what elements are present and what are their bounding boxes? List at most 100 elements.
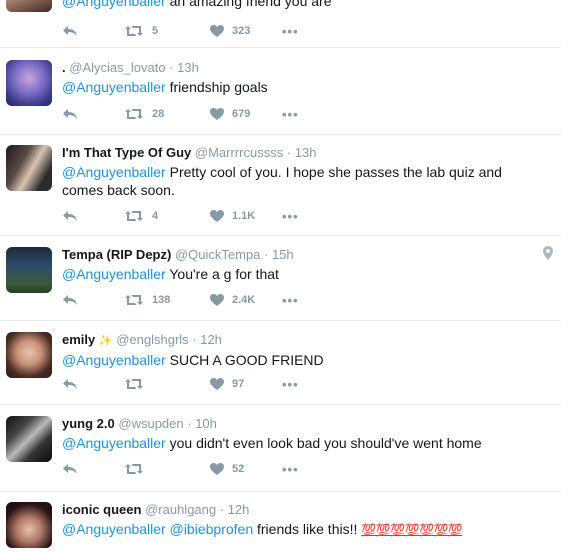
tweet-content: I'm That Type Of Guy @Marrrrcussss · 13h… (62, 145, 547, 199)
tweet-actions: 5 323 ••• (62, 22, 299, 40)
heart-icon (210, 378, 224, 390)
avatar[interactable] (6, 247, 52, 293)
retweet-button[interactable] (124, 463, 210, 475)
reply-button[interactable] (62, 25, 124, 37)
mention-link[interactable]: @Anguyenballer (62, 79, 166, 95)
display-name[interactable]: I'm That Type Of Guy (62, 145, 191, 160)
more-button[interactable]: ••• (282, 107, 299, 122)
reply-icon (63, 295, 77, 305)
more-icon: ••• (282, 376, 299, 392)
avatar[interactable] (6, 60, 52, 106)
more-button[interactable]: ••• (282, 24, 299, 39)
retweet-button[interactable]: 138 (124, 294, 210, 306)
mention-link[interactable]: @Anguyenballer @ibiebprofen (62, 521, 253, 537)
tweet-content: iconic queen @rauhlgang · 12h @Anguyenba… (62, 502, 547, 539)
more-icon: ••• (282, 208, 299, 224)
reply-button[interactable] (62, 378, 124, 390)
like-button[interactable]: 323 (210, 25, 282, 37)
mention-link[interactable]: @Anguyenballer (62, 0, 166, 9)
tweet-header: emily ✨ @englshgrls · 12h (62, 332, 547, 349)
more-button[interactable]: ••• (282, 209, 299, 224)
tweet-content: . @Alycias_lovato · 13h @Anguyenballer f… (62, 60, 547, 96)
retweet-button[interactable]: 28 (124, 108, 210, 120)
tweet[interactable]: @Anguyenballer an amazing friend you are… (0, 0, 561, 48)
retweet-icon (125, 109, 143, 119)
retweet-button[interactable]: 5 (124, 25, 210, 37)
avatar[interactable] (6, 145, 52, 191)
like-count: 2.4K (232, 294, 256, 306)
username[interactable]: @wsupden (118, 416, 183, 431)
username[interactable]: @QuickTempa (175, 247, 260, 262)
tweet-actions: 28 679 ••• (62, 105, 299, 123)
tweet-text: @Anguyenballer an amazing friend you are (62, 0, 547, 10)
tweet-body: You're a g for that (165, 266, 279, 282)
reply-button[interactable] (62, 294, 124, 306)
display-name[interactable]: emily (62, 332, 95, 347)
username[interactable]: @rauhlgang (145, 502, 216, 517)
tweet[interactable]: iconic queen @rauhlgang · 12h @Anguyenba… (0, 492, 561, 552)
tweet[interactable]: emily ✨ @englshgrls · 12h @Anguyenballer… (0, 321, 561, 405)
more-button[interactable]: ••• (282, 377, 299, 392)
timestamp[interactable]: · 12h (220, 502, 250, 517)
display-name[interactable]: iconic queen (62, 502, 141, 517)
avatar[interactable] (6, 0, 52, 12)
mention-link[interactable]: @Anguyenballer (62, 435, 166, 451)
location-pin-icon[interactable] (543, 246, 553, 260)
tweet[interactable]: yung 2.0 @wsupden · 10h @Anguyenballer y… (0, 405, 561, 492)
retweet-icon (125, 211, 143, 221)
sparkle-badge-icon: ✨ (98, 335, 113, 347)
username[interactable]: @Marrrrcussss (195, 145, 283, 160)
mention-link[interactable]: @Anguyenballer (62, 164, 166, 180)
tweet-header: Tempa (RIP Depz) @QuickTempa · 15h (62, 247, 547, 263)
reply-button[interactable] (62, 463, 124, 475)
tweet-text: @Anguyenballer friendship goals (62, 78, 547, 96)
display-name[interactable]: . (62, 60, 66, 75)
tweet[interactable]: I'm That Type Of Guy @Marrrrcussss · 13h… (0, 135, 561, 236)
reply-icon (63, 211, 77, 221)
heart-icon (210, 294, 224, 306)
avatar[interactable] (6, 502, 52, 548)
tweet-body: you didn't even look bad you should've w… (165, 435, 482, 451)
avatar[interactable] (6, 416, 52, 462)
username[interactable]: @Alycias_lovato (69, 60, 165, 75)
like-button[interactable]: 2.4K (210, 294, 282, 306)
reply-button[interactable] (62, 210, 124, 222)
like-button[interactable]: 679 (210, 108, 282, 120)
display-name[interactable]: yung 2.0 (62, 416, 115, 431)
retweet-icon (125, 26, 143, 36)
tweet[interactable]: . @Alycias_lovato · 13h @Anguyenballer f… (0, 48, 561, 135)
heart-icon (210, 463, 224, 475)
reply-button[interactable] (62, 108, 124, 120)
like-button[interactable]: 52 (210, 463, 282, 475)
tweet-body: friendship goals (165, 79, 268, 95)
timestamp[interactable]: · 15h (264, 247, 294, 262)
reply-icon (63, 26, 77, 36)
more-button[interactable]: ••• (282, 462, 299, 477)
timestamp[interactable]: · 12h (192, 332, 222, 347)
tweet[interactable]: Tempa (RIP Depz) @QuickTempa · 15h @Angu… (0, 236, 561, 321)
retweet-icon (125, 379, 143, 389)
reply-icon (63, 464, 77, 474)
retweet-count: 5 (152, 25, 159, 37)
timestamp[interactable]: · 13h (287, 145, 317, 160)
more-button[interactable]: ••• (282, 293, 299, 308)
retweet-button[interactable] (124, 378, 210, 390)
retweet-button[interactable]: 4 (124, 210, 210, 222)
like-button[interactable]: 1.1K (210, 210, 282, 222)
display-name[interactable]: Tempa (RIP Depz) (62, 247, 171, 262)
tweet-body: friends like this!! (253, 521, 362, 537)
username[interactable]: @englshgrls (116, 332, 188, 347)
mention-link[interactable]: @Anguyenballer (62, 266, 166, 282)
timestamp[interactable]: · 13h (169, 60, 199, 75)
more-icon: ••• (282, 292, 299, 308)
more-icon: ••• (282, 106, 299, 122)
timestamp[interactable]: · 10h (187, 416, 217, 431)
avatar[interactable] (6, 332, 52, 378)
like-button[interactable]: 97 (210, 378, 282, 390)
mention-link[interactable]: @Anguyenballer (62, 352, 166, 368)
tweet-header: iconic queen @rauhlgang · 12h (62, 502, 547, 518)
tweet-text: @Anguyenballer You're a g for that (62, 265, 547, 283)
tweet-content: emily ✨ @englshgrls · 12h @Anguyenballer… (62, 332, 547, 369)
tweet-text: @Anguyenballer you didn't even look bad … (62, 434, 547, 452)
reply-icon (63, 109, 77, 119)
